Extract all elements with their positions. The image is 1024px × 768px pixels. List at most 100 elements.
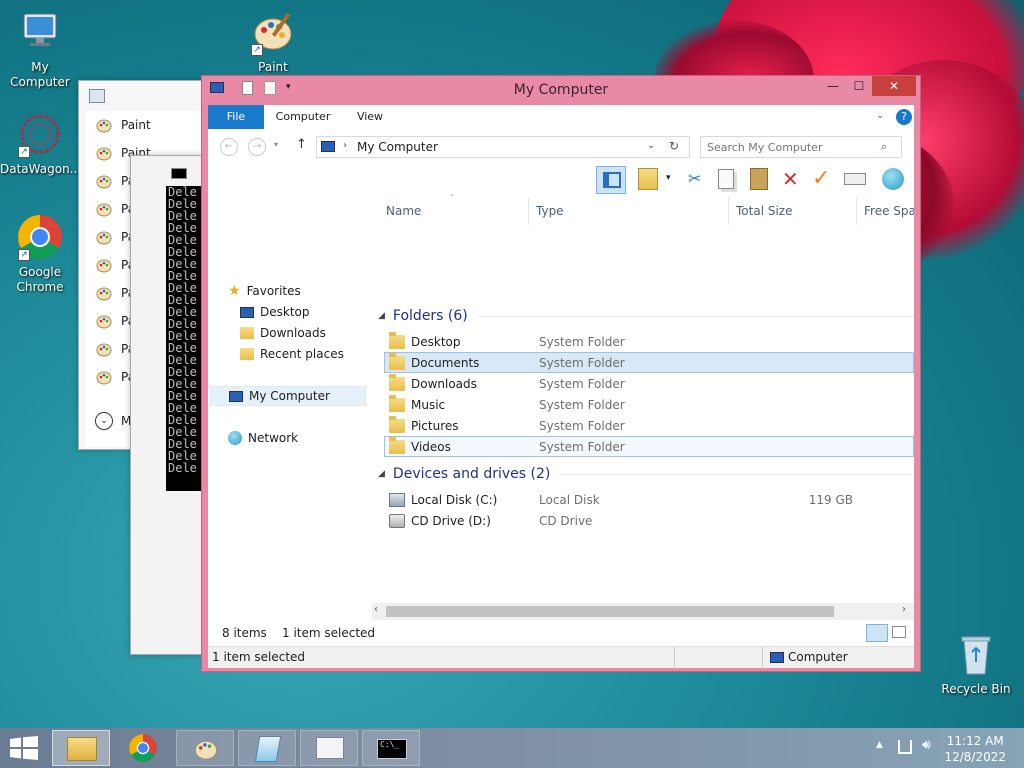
shortcut-arrow-icon: ↗: [18, 249, 30, 261]
search-icon[interactable]: ⌕: [881, 140, 887, 154]
taskbar-notepad[interactable]: [238, 730, 296, 766]
recent-locations-icon[interactable]: ▾: [274, 140, 278, 149]
table-row[interactable]: Pictures System Folder: [384, 415, 914, 436]
paste-icon[interactable]: [750, 168, 768, 190]
show-hidden-icons-button[interactable]: ▲: [876, 740, 883, 750]
paint-icon: [95, 228, 113, 246]
item-status-row: 8 items 1 item selected: [208, 620, 914, 646]
help-icon[interactable]: ?: [896, 109, 912, 125]
volume-icon[interactable]: 🔊︎: [922, 737, 931, 753]
address-bar[interactable]: › My Computer ⌄ ↻: [316, 136, 690, 158]
table-row[interactable]: Local Disk (C:) Local Disk 119 GB: [384, 489, 914, 510]
address-dropdown-icon[interactable]: ⌄: [647, 140, 655, 151]
search-box[interactable]: ⌕: [700, 136, 902, 158]
details-view-button[interactable]: [866, 624, 888, 642]
console-window[interactable]: Dele Dele Dele Dele Dele Dele Dele Dele …: [130, 155, 210, 655]
close-button[interactable]: ✕: [872, 76, 916, 96]
paint-palette-icon: [195, 741, 217, 760]
minimize-button[interactable]: —: [820, 76, 846, 96]
row-type: System Folder: [539, 376, 625, 391]
refresh-icon[interactable]: ↻: [669, 139, 679, 153]
datawagon-icon: ↗: [16, 110, 64, 158]
column-header-type[interactable]: Type: [536, 204, 564, 218]
network-status-icon[interactable]: [898, 740, 912, 754]
taskbar-paint[interactable]: [176, 730, 234, 766]
column-header-name[interactable]: Name: [386, 204, 421, 218]
desktop-icon-my-computer[interactable]: My Computer: [0, 8, 80, 90]
group-header-devices[interactable]: ◢ Devices and drives (2): [372, 463, 914, 485]
row-name: Local Disk (C:): [411, 492, 498, 507]
title-bar[interactable]: ▾ My Computer — ☐ ✕: [202, 76, 920, 104]
nav-my-computer[interactable]: My Computer: [210, 386, 366, 406]
rename-check-icon[interactable]: ✓: [812, 166, 830, 191]
explorer-window[interactable]: ▾ My Computer — ☐ ✕ File Computer View ⌄…: [201, 75, 921, 672]
horizontal-scrollbar[interactable]: ‹ ›: [372, 603, 914, 620]
row-type: System Folder: [539, 334, 625, 349]
table-row[interactable]: Desktop System Folder: [384, 331, 914, 352]
desktop-icon-recycle-bin[interactable]: Recycle Bin: [936, 630, 1016, 697]
table-row[interactable]: Downloads System Folder: [384, 373, 914, 394]
scroll-left-icon[interactable]: ‹: [374, 604, 378, 615]
desktop-icon-chrome[interactable]: ↗ Google Chrome: [0, 213, 80, 295]
forward-button[interactable]: →: [248, 138, 266, 156]
system-clock[interactable]: 11:12 AM 12/8/2022: [944, 733, 1006, 765]
ribbon-expand-icon[interactable]: ⌄: [876, 110, 884, 121]
table-row[interactable]: Documents System Folder: [384, 352, 914, 373]
desktop-icon-paint[interactable]: ↗ Paint: [233, 8, 313, 75]
maximize-button[interactable]: ☐: [846, 76, 872, 96]
tab-file[interactable]: File: [208, 105, 264, 129]
back-button[interactable]: ←: [220, 138, 238, 156]
row-name: Desktop: [411, 334, 461, 349]
taskbar-file-explorer[interactable]: [52, 730, 110, 766]
column-separator: [856, 197, 857, 225]
preview-pane-button[interactable]: [596, 166, 626, 194]
tab-view[interactable]: View: [346, 105, 394, 129]
large-icons-view-button[interactable]: [892, 626, 906, 638]
taskbar-control-panel[interactable]: [300, 730, 358, 766]
copy-icon[interactable]: [718, 169, 734, 189]
downloads-folder-icon: [240, 327, 254, 339]
column-header-total-size[interactable]: Total Size: [736, 204, 792, 218]
nav-network[interactable]: Network: [228, 428, 298, 448]
column-separator: [728, 197, 729, 225]
group-header-folders[interactable]: ◢ Folders (6): [372, 305, 914, 327]
scroll-right-icon[interactable]: ›: [902, 604, 906, 615]
taskbar-chrome[interactable]: [114, 730, 172, 766]
folder-icon: [389, 394, 405, 412]
row-name: Downloads: [411, 376, 477, 391]
up-button[interactable]: ↑: [296, 137, 307, 152]
status-left: 1 item selected: [212, 650, 306, 664]
nav-downloads[interactable]: Downloads: [240, 323, 326, 343]
search-input[interactable]: [707, 139, 877, 155]
nav-favorites[interactable]: ★ Favorites: [228, 281, 301, 301]
table-row[interactable]: CD Drive (D:) CD Drive: [384, 510, 914, 531]
status-right: Computer: [788, 650, 848, 664]
cut-icon[interactable]: ✂: [688, 169, 701, 188]
properties-dropdown-icon[interactable]: ▾: [666, 173, 671, 183]
group-rule: [477, 315, 914, 317]
table-row[interactable]: Music System Folder: [384, 394, 914, 415]
nav-label: Downloads: [260, 326, 326, 340]
console-icon: [171, 168, 187, 179]
paint-icon: [95, 340, 113, 358]
scroll-thumb[interactable]: [386, 606, 834, 617]
properties-button[interactable]: [638, 168, 658, 190]
column-header-free-space[interactable]: Free Space: [864, 204, 914, 218]
group-title: Folders (6): [392, 308, 468, 324]
taskbar-command-prompt[interactable]: C:\_: [362, 730, 420, 766]
list-item[interactable]: Paint: [85, 111, 209, 139]
row-name: Music: [411, 397, 446, 412]
network-globe-icon[interactable]: [882, 168, 904, 190]
column-separator: [528, 197, 529, 225]
nav-label: Network: [248, 431, 299, 445]
desktop-icon-datawagon[interactable]: ↗ DataWagon...: [0, 110, 81, 177]
nav-recent-places[interactable]: Recent places: [240, 344, 344, 364]
delete-icon[interactable]: ✕: [782, 167, 799, 191]
table-row[interactable]: Videos System Folder: [384, 436, 914, 457]
tab-computer[interactable]: Computer: [270, 105, 336, 129]
nav-desktop[interactable]: Desktop: [240, 302, 310, 322]
paint-icon: [95, 368, 113, 386]
notepad-icon: [254, 736, 282, 762]
map-drive-icon[interactable]: [844, 173, 866, 185]
start-button[interactable]: [10, 736, 38, 760]
